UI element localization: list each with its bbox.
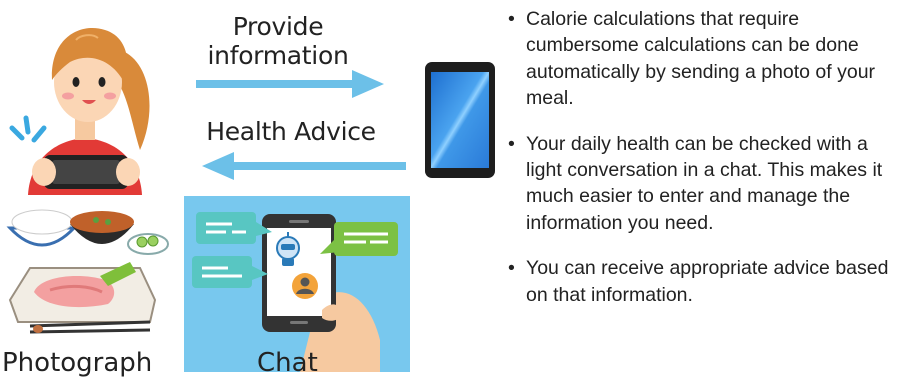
benefit-item-advice: • You can receive appropriate advice base… xyxy=(500,255,908,308)
benefit-item-health-check: • Your daily health can be checked with a… xyxy=(500,131,908,237)
advice-arrow xyxy=(202,152,406,180)
provide-arrow xyxy=(196,70,384,98)
benefit-text: You can receive appropriate advice based… xyxy=(526,257,889,306)
bullet-dot-icon: • xyxy=(508,132,515,155)
user-avatar-icon xyxy=(292,273,318,299)
benefit-item-calorie: • Calorie calculations that require cumbe… xyxy=(500,6,908,112)
provide-information-label: Provide information xyxy=(207,12,349,70)
chat-caption: Chat xyxy=(257,348,318,378)
bullet-dot-icon: • xyxy=(508,257,515,280)
woman-photographing-icon xyxy=(9,28,150,195)
service-diagram: Provide information Health Advice Photog… xyxy=(0,0,911,380)
smartphone-icon xyxy=(425,62,495,178)
benefit-text: Calorie calculations that require cumber… xyxy=(526,8,876,110)
benefit-list: • Calorie calculations that require cumbe… xyxy=(500,6,908,327)
health-advice-label: Health Advice xyxy=(206,117,376,146)
bullet-dot-icon: • xyxy=(508,8,515,30)
chat-app-icon xyxy=(184,196,410,372)
benefit-text: Your daily health can be checked with a … xyxy=(526,132,883,234)
photograph-caption: Photograph xyxy=(2,348,153,378)
meal-icon xyxy=(6,209,169,334)
